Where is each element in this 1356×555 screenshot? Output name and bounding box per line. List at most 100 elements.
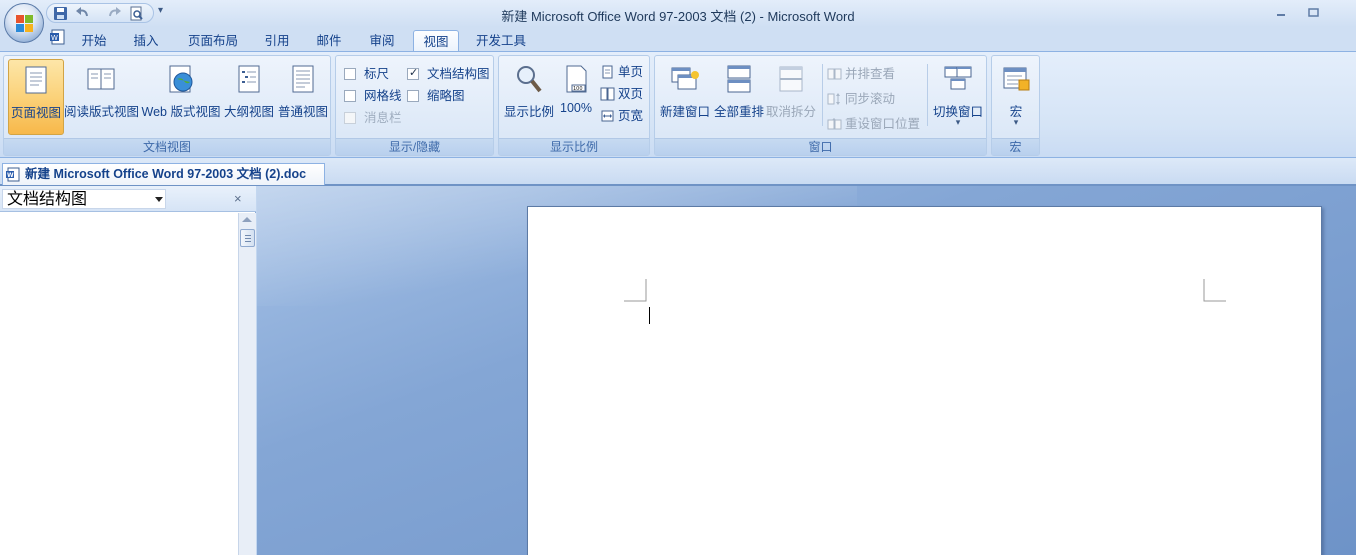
new-window-button[interactable]: 新建窗口 (657, 59, 713, 135)
document-map-scrollbar[interactable] (238, 213, 256, 555)
checkbox-box: ✓ (407, 67, 419, 80)
svg-text:W: W (51, 34, 58, 42)
svg-text:W: W (7, 172, 14, 179)
checkbox-box (344, 112, 356, 124)
tab-insert[interactable]: 插入 (122, 30, 170, 52)
group-macros: 宏 ▾ 宏 (991, 55, 1040, 156)
separator (822, 64, 823, 126)
side-by-side-label: 并排查看 (845, 67, 896, 81)
thumbnails-label: 缩略图 (427, 89, 465, 103)
web-layout-icon (169, 65, 193, 93)
word-doc-icon: W (6, 167, 20, 182)
document-map-select[interactable]: 文档结构图 (2, 189, 166, 209)
thumbnails-checkbox[interactable]: 缩略图 (407, 85, 465, 103)
switch-windows-button[interactable]: 切换窗口 ▾ (931, 59, 985, 135)
margin-corner-top-right (1203, 279, 1226, 302)
magnifier-icon (517, 66, 542, 93)
group-document-views: 页面视图 阅读版式视图 Web 版式视图 大纲视图 普通视图 文档视图 (3, 55, 331, 156)
draft-view-label: 普通视图 (277, 105, 328, 119)
message-bar-label: 消息栏 (364, 111, 402, 125)
tab-references[interactable]: 引用 (256, 30, 298, 52)
redo-icon[interactable] (107, 6, 122, 21)
document-map-label: 文档结构图 (427, 67, 490, 81)
document-page[interactable] (527, 206, 1322, 555)
minimize-icon (1277, 14, 1285, 16)
office-logo-icon (16, 15, 34, 33)
title-bar: 新建 Microsoft Office Word 97-2003 文档 (2) … (0, 0, 1356, 27)
save-icon[interactable] (53, 6, 68, 21)
reset-position-label: 重设窗口位置 (845, 117, 921, 131)
switch-windows-icon (944, 66, 972, 90)
web-layout-label: Web 版式视图 (141, 105, 221, 119)
document-map-checkbox[interactable]: ✓ 文档结构图 (407, 63, 490, 81)
reset-position-icon (827, 118, 842, 130)
maximize-button[interactable] (1300, 3, 1326, 21)
word-doc-icon: W (50, 29, 65, 45)
synchronous-scrolling-button[interactable]: 同步滚动 (827, 88, 895, 108)
ruler-checkbox[interactable]: 标尺 (344, 63, 389, 81)
remove-split-label: 取消拆分 (765, 105, 816, 119)
outline-view-label: 大纲视图 (223, 105, 274, 119)
group-zoom: 显示比例 100 100% 单页 双页 页宽 显示比例 (498, 55, 650, 156)
chevron-down-icon (155, 197, 163, 202)
two-pages-label: 双页 (618, 87, 644, 101)
zoom-100-button[interactable]: 100 100% (557, 59, 595, 135)
one-page-button[interactable]: 单页 (600, 61, 643, 81)
document-tab-label: 新建 Microsoft Office Word 97-2003 文档 (2).… (25, 167, 307, 181)
page-width-button[interactable]: 页宽 (600, 105, 643, 125)
document-map-select-value: 文档结构图 (7, 189, 88, 208)
macros-icon (1003, 67, 1030, 91)
reading-layout-icon (87, 68, 115, 90)
web-layout-button[interactable]: Web 版式视图 (140, 59, 222, 135)
tab-mailings[interactable]: 邮件 (308, 30, 350, 52)
draft-view-button[interactable]: 普通视图 (276, 59, 330, 135)
hundred-percent-icon: 100 (566, 65, 587, 93)
page-width-icon (601, 110, 614, 122)
two-pages-button[interactable]: 双页 (600, 83, 643, 103)
separator (927, 64, 928, 126)
undo-icon[interactable] (75, 6, 90, 21)
close-icon[interactable]: × (234, 191, 242, 206)
minimize-button[interactable] (1268, 3, 1294, 21)
tab-page-layout[interactable]: 页面布局 (178, 30, 248, 52)
group-show-hide: 标尺 网格线 消息栏 ✓ 文档结构图 缩略图 显示/隐藏 (335, 55, 494, 156)
dropdown-arrow-icon: ▾ (1013, 117, 1019, 127)
dropdown-arrow-icon: ▾ (955, 117, 961, 127)
gridlines-checkbox[interactable]: 网格线 (344, 85, 402, 103)
tab-view[interactable]: 视图 (413, 30, 459, 52)
scroll-thumb[interactable] (240, 229, 255, 247)
checkbox-box (407, 90, 419, 102)
office-button[interactable] (4, 3, 44, 43)
remove-split-button[interactable]: 取消拆分 (765, 59, 817, 135)
reading-layout-button[interactable]: 阅读版式视图 (64, 59, 140, 135)
page-view-button[interactable]: 页面视图 (8, 59, 64, 135)
zoom-button[interactable]: 显示比例 (502, 59, 556, 135)
scroll-up-icon[interactable] (242, 217, 252, 222)
outline-view-button[interactable]: 大纲视图 (222, 59, 276, 135)
new-window-label: 新建窗口 (659, 105, 710, 119)
document-tab[interactable]: W 新建 Microsoft Office Word 97-2003 文档 (2… (2, 163, 325, 185)
outline-view-icon (238, 65, 260, 93)
page-view-label: 页面视图 (10, 106, 61, 120)
tab-review[interactable]: 审阅 (361, 30, 403, 52)
print-preview-icon[interactable] (129, 6, 144, 21)
message-bar-checkbox[interactable]: 消息栏 (344, 107, 402, 125)
page-width-label: 页宽 (618, 109, 644, 123)
tab-home[interactable]: 开始 (70, 30, 118, 52)
one-page-label: 单页 (618, 65, 644, 79)
document-tab-strip: W 新建 Microsoft Office Word 97-2003 文档 (2… (0, 158, 1356, 186)
arrange-all-button[interactable]: 全部重排 (713, 59, 765, 135)
customize-qat-icon[interactable]: ▾ (158, 5, 163, 16)
document-map-header: 文档结构图 × (0, 186, 256, 212)
window-title: 新建 Microsoft Office Word 97-2003 文档 (2) … (501, 9, 855, 24)
group-window: 新建窗口 全部重排 取消拆分 并排查看 同步滚动 重设窗口位置 切换窗口 ▾ 窗… (654, 55, 987, 156)
reset-window-position-button[interactable]: 重设窗口位置 (827, 113, 920, 133)
view-side-by-side-button[interactable]: 并排查看 (827, 63, 895, 83)
arrange-all-icon (727, 65, 751, 93)
reading-layout-label: 阅读版式视图 (64, 105, 140, 119)
sync-scroll-icon (827, 93, 840, 105)
arrange-all-label: 全部重排 (713, 105, 764, 119)
sync-scroll-label: 同步滚动 (845, 92, 896, 106)
macros-button[interactable]: 宏 ▾ (994, 59, 1038, 135)
tab-developer[interactable]: 开发工具 (468, 30, 534, 52)
